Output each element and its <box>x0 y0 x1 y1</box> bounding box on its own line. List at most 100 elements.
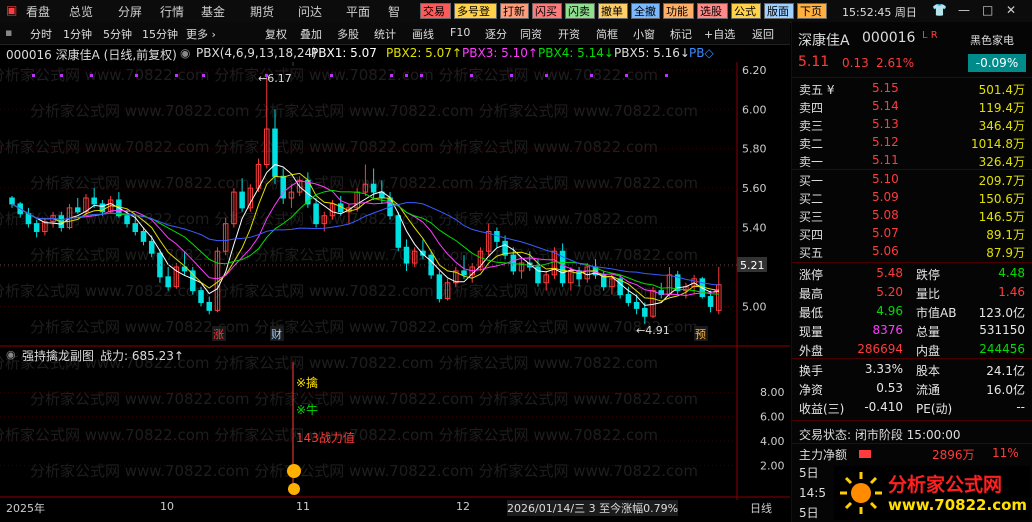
tool-3[interactable]: 统计 <box>374 26 396 42</box>
tool-5[interactable]: F10 <box>450 26 470 39</box>
tool-2[interactable]: 多股 <box>337 26 359 42</box>
tab-more[interactable]: 更多 › <box>186 26 216 42</box>
close-icon[interactable]: ✕ <box>1006 3 1016 17</box>
quote-row[interactable]: 买五 5.06 87.9万 <box>792 244 1032 262</box>
day5-label[interactable]: 5日 <box>799 464 819 481</box>
toolbar-button-5[interactable]: 撤单 <box>598 3 628 19</box>
dropdown-icon[interactable]: ◉ <box>180 46 190 60</box>
stat-cell: 1.46 <box>998 285 1025 299</box>
tab-5min[interactable]: 5分钟 <box>103 26 132 42</box>
menu-item-wenda[interactable]: 问达 <box>298 3 322 20</box>
signal-marker <box>60 74 63 77</box>
tab-fenshi[interactable]: 分时 <box>30 26 52 42</box>
menu-item-zhi[interactable]: 智 <box>388 3 400 20</box>
candle-body <box>148 240 155 254</box>
kline-chart[interactable]: 6.206.005.805.605.405.205.00分析家公式网 www.7… <box>0 62 790 500</box>
minimize-icon[interactable]: — <box>958 3 970 17</box>
stat-cell: 涨停 <box>799 268 824 282</box>
candle-body <box>9 197 15 205</box>
toolbar-button-1[interactable]: 多号登 <box>454 3 497 19</box>
pbx3-value: PBX3: 5.10↑ <box>462 46 538 60</box>
cursor-date-label: 2026/01/14/三 3 至今涨幅0.79% <box>507 500 679 516</box>
tool-7[interactable]: 同资 <box>520 26 542 42</box>
toolbar-button-2[interactable]: 打新 <box>500 3 529 19</box>
tool-0[interactable]: 复权 <box>265 26 287 42</box>
quote-row-volume: 119.4万 <box>978 101 1025 115</box>
toolbar-button-3[interactable]: 闪买 <box>532 3 562 19</box>
quote-row[interactable]: 卖二 5.12 1014.8万 <box>792 135 1032 153</box>
price-change-pct: 2.61% <box>876 56 915 70</box>
quote-row-label: 卖二 <box>799 137 824 151</box>
quote-row[interactable]: 卖五 ¥ 5.15 501.4万 <box>792 81 1032 99</box>
stat-cell: 总量 <box>916 325 941 339</box>
toolbar-button-4[interactable]: 闪卖 <box>565 3 595 19</box>
sector-name[interactable]: 黑色家电 <box>970 32 1014 48</box>
menu-item-pingmian[interactable]: 平面 <box>346 3 370 20</box>
menu-item-kanpan[interactable]: 看盘 <box>26 3 50 20</box>
tool-12[interactable]: +自选 <box>704 26 735 42</box>
tool-4[interactable]: 画线 <box>412 26 434 42</box>
menu-item-fenping[interactable]: 分屏 <box>118 3 142 20</box>
toolbar-button-6[interactable]: 全撤 <box>631 3 660 19</box>
mainflow-value: 2896万 <box>932 448 975 462</box>
quote-row[interactable]: 买一 5.10 209.7万 <box>792 172 1032 190</box>
menu-item-hangqing[interactable]: 行情 <box>160 3 184 20</box>
sun-logo-icon <box>840 472 882 514</box>
logo-icon[interactable]: ▣ <box>6 3 17 17</box>
quote-row-label: 卖四 <box>799 101 824 115</box>
quote-row[interactable]: 卖四 5.14 119.4万 <box>792 99 1032 117</box>
toolbar-button-9[interactable]: 公式 <box>731 3 761 19</box>
toolbar-button-8[interactable]: 选股 <box>697 3 728 19</box>
watermark-text: 分析家公式网 www.70822.com 分析家公式网 www.70822.co… <box>0 354 658 372</box>
maximize-icon[interactable]: □ <box>982 3 993 17</box>
sub-dropdown-icon[interactable]: ◉ <box>6 348 16 361</box>
quote-stock-name: 深康佳A <box>798 33 850 49</box>
tool-1[interactable]: 叠加 <box>300 26 322 42</box>
candle-body <box>198 290 204 303</box>
toolbar-button-11[interactable]: 下页 <box>797 3 827 19</box>
quote-row-price: 5.13 <box>872 117 899 131</box>
stat-cell: 内盘 <box>916 344 941 358</box>
tool-11[interactable]: 标记 <box>670 26 692 42</box>
pb-value: PB◇ <box>689 46 714 60</box>
menu-item-jijin[interactable]: 基金 <box>201 3 225 20</box>
menu-item-qihuo[interactable]: 期货 <box>250 3 274 20</box>
toolbar-button-0[interactable]: 交易 <box>420 3 451 19</box>
tab-1min[interactable]: 1分钟 <box>63 26 92 42</box>
tool-10[interactable]: 小窗 <box>633 26 655 42</box>
toolbar-button-7[interactable]: 功能 <box>663 3 694 19</box>
menu-item-zonglan[interactable]: 总览 <box>69 3 93 20</box>
divider <box>792 262 1032 263</box>
tool-13[interactable]: 返回 <box>752 26 774 42</box>
candle-body <box>633 301 640 309</box>
toolbar-button-10[interactable]: 版面 <box>764 3 794 19</box>
quote-row[interactable]: 买四 5.07 89.1万 <box>792 226 1032 244</box>
current-price: 5.11 <box>798 54 830 70</box>
candle-body <box>436 274 443 300</box>
stat-cell: 24.1亿 <box>986 364 1025 378</box>
more-left-icon[interactable]: ▪ <box>5 26 12 39</box>
quote-panel: 深康佳A 000016 L R 黑色家电 5.11 0.13 2.61% -0.… <box>791 22 1032 522</box>
pbx-params[interactable]: PBX(4,6,9,13,18,24) <box>196 46 317 60</box>
watermark-text: 分析家公式网 www.70822.com 分析家公式网 www.70822.co… <box>30 174 698 192</box>
shirt-icon[interactable]: 👕 <box>932 3 947 17</box>
tool-9[interactable]: 简框 <box>596 26 618 42</box>
quote-row[interactable]: 买三 5.08 146.5万 <box>792 208 1032 226</box>
tool-6[interactable]: 逐分 <box>485 26 507 42</box>
stat-cell: 0.53 <box>876 381 903 395</box>
candle-body <box>395 215 402 248</box>
sub-label-power: 143战力值 <box>296 430 355 445</box>
quote-row[interactable]: 卖三 5.13 346.4万 <box>792 117 1032 135</box>
sub-indicator-title[interactable]: 强持擒龙副图 <box>22 347 94 364</box>
candle-body <box>642 307 648 317</box>
watermark-text: 分析家公式网 www.70822.com 分析家公式网 www.70822.co… <box>30 318 698 336</box>
quote-row-label: 买一 <box>799 174 824 188</box>
quote-row[interactable]: 买二 5.09 150.6万 <box>792 190 1032 208</box>
period-label[interactable]: 日线 <box>750 500 772 516</box>
logo-url: www.70822.com <box>888 496 1028 514</box>
tab-15min[interactable]: 15分钟 <box>142 26 178 42</box>
stat-cell: 123.0亿 <box>978 306 1025 320</box>
y-tick-label: 5.80 <box>742 143 767 156</box>
tool-8[interactable]: 开资 <box>558 26 580 42</box>
quote-row-label: 买四 <box>799 228 824 242</box>
